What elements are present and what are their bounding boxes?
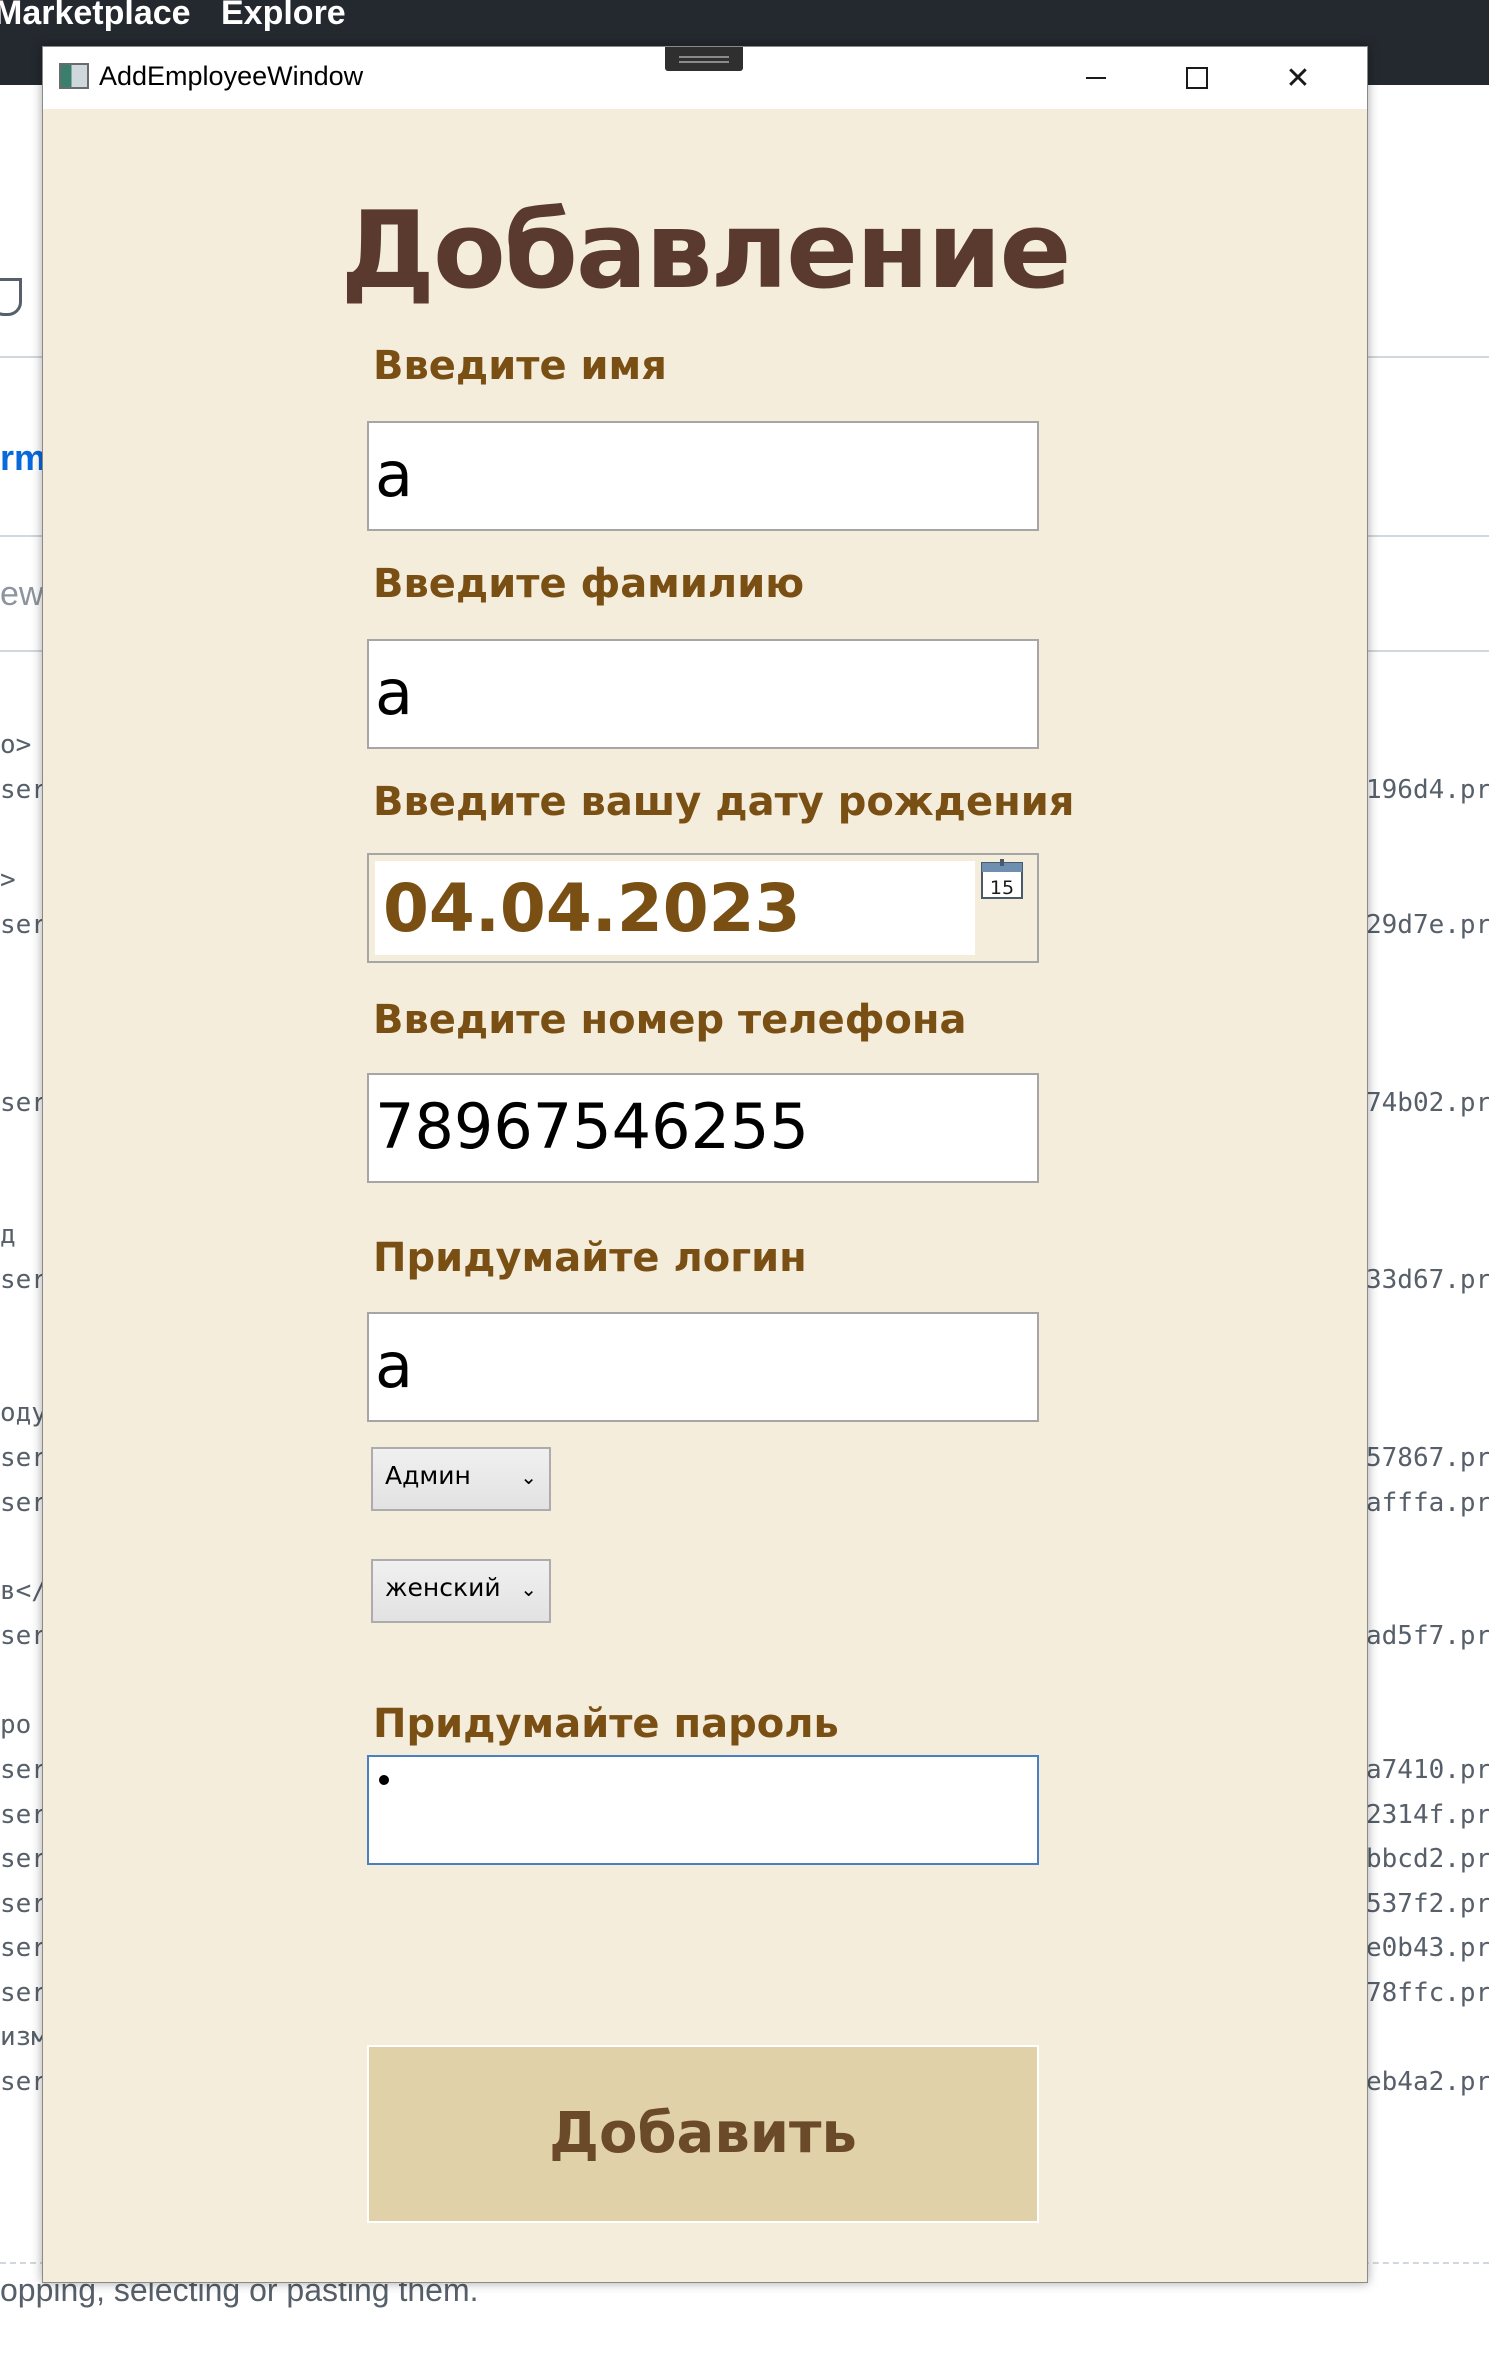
login-input[interactable]: а xyxy=(367,1312,1039,1422)
background-code-fragment: eb4a2.pr xyxy=(1366,2067,1489,2097)
last-name-input[interactable]: а xyxy=(367,639,1039,749)
background-code-fragment: > xyxy=(0,865,16,895)
minimize-icon xyxy=(1086,77,1106,79)
background-code-fragment: ser xyxy=(0,1088,47,1118)
last-name-label: Введите фамилию xyxy=(373,561,805,607)
background-code-fragment: 78ffc.pr xyxy=(1366,1978,1489,2008)
phone-input[interactable]: 78967546255 xyxy=(367,1073,1039,1183)
background-code-fragment: 74b02.pr xyxy=(1366,1088,1489,1118)
maximize-button[interactable] xyxy=(1147,47,1247,109)
login-label: Придумайте логин xyxy=(373,1235,807,1281)
background-code-fragment: ser xyxy=(0,910,47,940)
add-button[interactable]: Добавить xyxy=(367,2045,1039,2223)
background-code-fragment: ser xyxy=(0,1978,47,2008)
birth-date-picker[interactable]: 04.04.2023 15 xyxy=(367,853,1039,963)
background-code-fragment: ser xyxy=(0,1933,47,1963)
background-code-fragment: ser xyxy=(0,775,47,805)
calendar-day-number: 15 xyxy=(990,877,1014,899)
background-code-fragment: ро xyxy=(0,1710,32,1740)
background-code-fragment: 57867.pr xyxy=(1366,1443,1489,1473)
close-button[interactable]: ✕ xyxy=(1248,47,1348,109)
birth-date-textbox[interactable]: 04.04.2023 xyxy=(375,861,975,955)
background-code-fragment: afffa.pr xyxy=(1366,1488,1489,1518)
background-code-fragment: 29d7e.pr xyxy=(1366,910,1489,940)
background-code-fragment: 33d67.pr xyxy=(1366,1265,1489,1295)
gender-select-value: женский xyxy=(385,1573,501,1602)
background-code-fragment: ser xyxy=(0,1844,47,1874)
first-name-label: Введите имя xyxy=(373,343,667,389)
phone-label: Введите номер телефона xyxy=(373,997,967,1043)
background-code-fragment: ser xyxy=(0,1755,47,1785)
background-code-fragment: 2314f.pr xyxy=(1366,1800,1489,1830)
background-nav-marketplace[interactable]: Marketplace xyxy=(0,0,191,33)
window-titlebar[interactable]: AddEmployeeWindow ✕ xyxy=(43,47,1367,109)
background-code-fragment: ser xyxy=(0,1889,47,1919)
background-code-fragment: ad5f7.pr xyxy=(1366,1621,1489,1651)
calendar-icon[interactable]: 15 xyxy=(981,859,1023,899)
background-code-fragment: 537f2.pr xyxy=(1366,1889,1489,1919)
chevron-down-icon: ⌄ xyxy=(520,1577,537,1601)
role-select-value: Админ xyxy=(385,1461,471,1490)
background-code-fragment: a7410.pr xyxy=(1366,1755,1489,1785)
gender-select[interactable]: женский ⌄ xyxy=(371,1559,551,1623)
page-title: Добавление xyxy=(340,189,1072,312)
background-code-fragment: оду xyxy=(0,1398,47,1428)
background-code-fragment: ser xyxy=(0,1265,47,1295)
password-input[interactable] xyxy=(367,1755,1039,1865)
birth-date-label: Введите вашу дату рождения xyxy=(373,779,1075,825)
background-text: ew xyxy=(0,575,44,613)
role-select[interactable]: Админ ⌄ xyxy=(371,1447,551,1511)
background-code-fragment: ser xyxy=(0,2067,47,2097)
window-drag-handle[interactable] xyxy=(665,47,743,71)
close-icon: ✕ xyxy=(1285,60,1311,96)
background-code-fragment: в</ xyxy=(0,1576,47,1606)
background-nav-explore[interactable]: Explore xyxy=(221,0,346,33)
background-code-fragment: o> xyxy=(0,730,32,760)
background-code-fragment: ser xyxy=(0,1443,47,1473)
background-shield-icon xyxy=(0,278,22,316)
background-code-fragment: bbcd2.pr xyxy=(1366,1844,1489,1874)
background-link[interactable]: rm xyxy=(0,437,46,479)
background-code-fragment: 196d4.pr xyxy=(1366,775,1489,805)
background-code-fragment: e0b43.pr xyxy=(1366,1933,1489,1963)
background-code-fragment: изм xyxy=(0,2022,47,2052)
password-label: Придумайте пароль xyxy=(373,1701,839,1747)
background-code-fragment: д xyxy=(0,1220,16,1250)
background-code-fragment: ser xyxy=(0,1621,47,1651)
chevron-down-icon: ⌄ xyxy=(520,1465,537,1489)
add-employee-window: AddEmployeeWindow ✕ Добавление Введите и… xyxy=(42,46,1368,2283)
window-title: AddEmployeeWindow xyxy=(99,61,364,91)
minimize-button[interactable] xyxy=(1046,47,1146,109)
password-mask-dot xyxy=(379,1775,389,1785)
first-name-input[interactable]: а xyxy=(367,421,1039,531)
birth-date-value: 04.04.2023 xyxy=(383,870,801,947)
maximize-icon xyxy=(1186,67,1208,89)
background-code-fragment: ser xyxy=(0,1800,47,1830)
background-code-fragment: ser xyxy=(0,1488,47,1518)
app-window-icon xyxy=(59,63,89,89)
